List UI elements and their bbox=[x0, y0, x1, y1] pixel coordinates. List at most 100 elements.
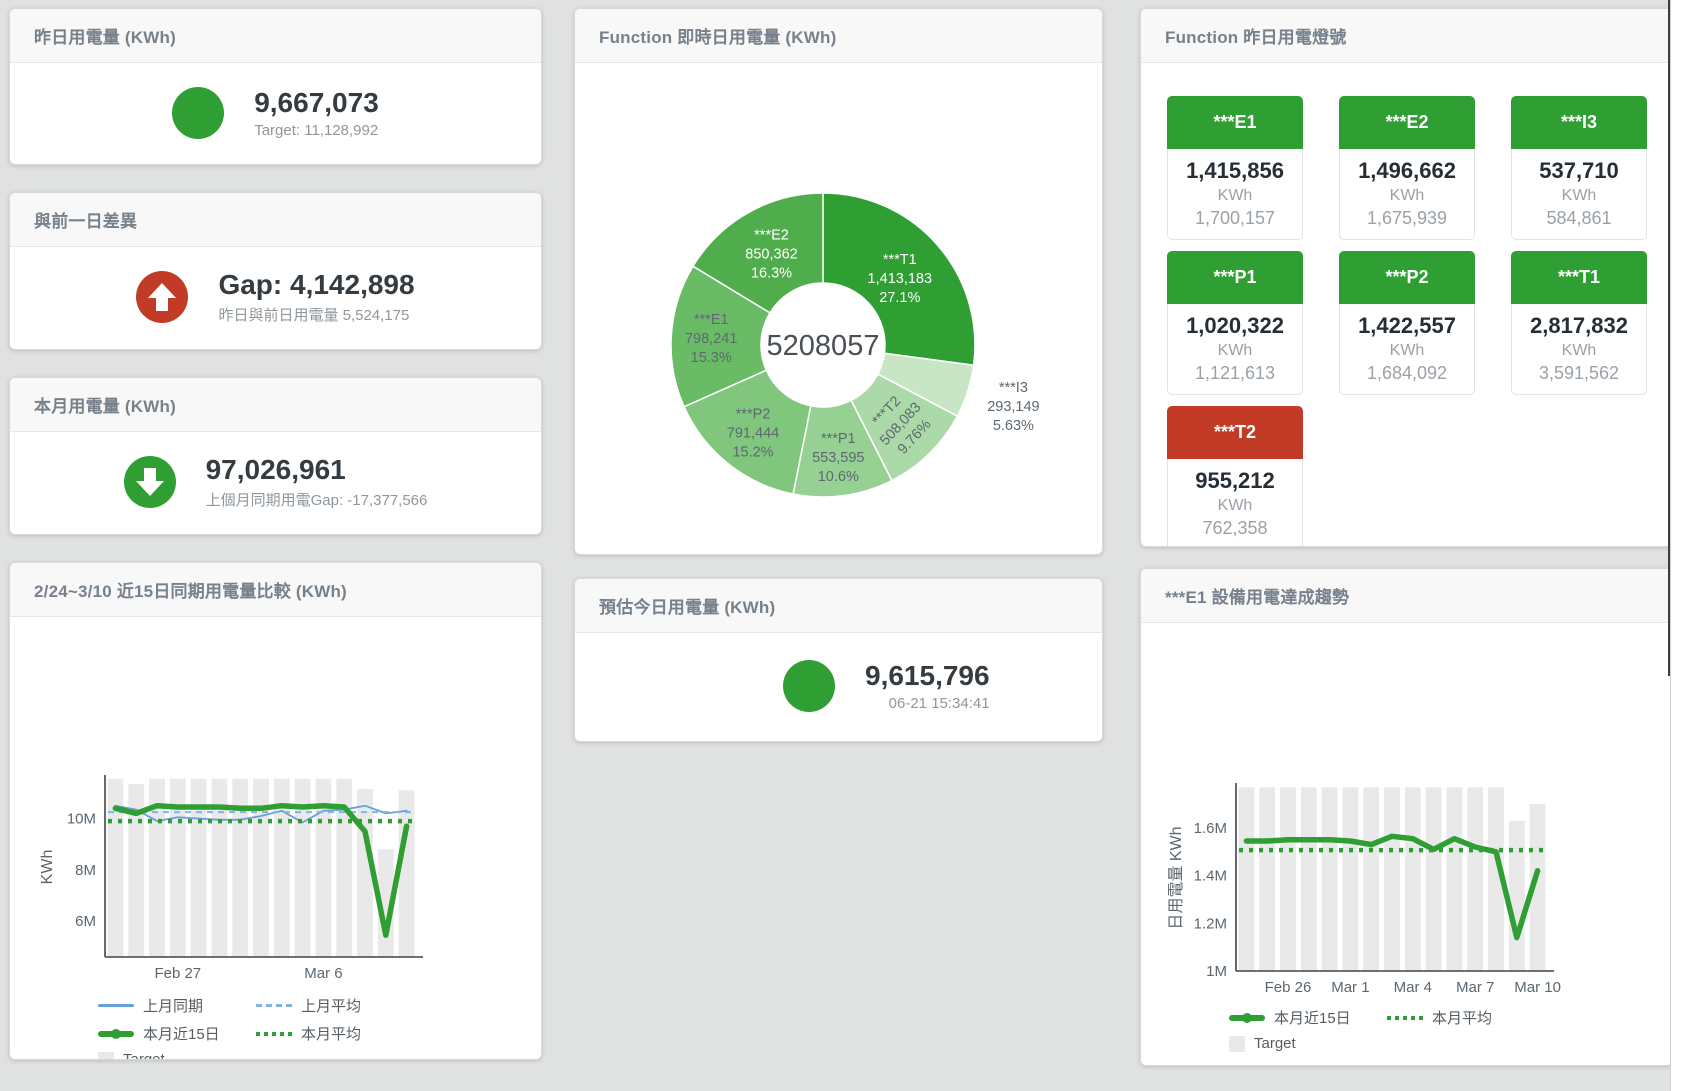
legend-label: 本月近15日 bbox=[143, 1023, 220, 1044]
legend-label: 本月平均 bbox=[1432, 1007, 1492, 1028]
card-month-usage-title: 本月用電量 (KWh) bbox=[34, 392, 176, 417]
svg-text:8M: 8M bbox=[75, 862, 96, 879]
card-day-diff-body: Gap: 4,142,898 昨日與前日用電量 5,524,175 bbox=[10, 247, 541, 347]
card-estimate-today: 預估今日用電量 (KWh) 9,615,796 06-21 15:34:41 bbox=[574, 578, 1103, 742]
arrow-up-circle-icon bbox=[136, 271, 188, 323]
svg-text:Feb 26: Feb 26 bbox=[1265, 979, 1312, 996]
svg-text:5208057: 5208057 bbox=[767, 330, 880, 362]
dashed-line-swatch-icon bbox=[256, 1004, 292, 1007]
line-swatch-icon bbox=[98, 1004, 134, 1007]
legend-label: 上月同期 bbox=[143, 995, 203, 1016]
tile-t1[interactable]: ***T1 2,817,832 KWh 3,591,562 bbox=[1511, 251, 1647, 395]
square-swatch-icon bbox=[98, 1052, 114, 1061]
square-swatch-icon bbox=[1229, 1036, 1245, 1052]
comparison-chart-panel: 2/24~3/10 近15日同期用電量比較 (KWh) 6M8M10MFeb 2… bbox=[9, 562, 542, 1060]
svg-text:Feb 27: Feb 27 bbox=[154, 965, 201, 982]
svg-text:1.4M: 1.4M bbox=[1194, 868, 1227, 885]
tile-e2-header: ***E2 bbox=[1339, 96, 1475, 149]
lights-panel: Function 昨日用電燈號 ***E1 1,415,856 KWh 1,70… bbox=[1140, 8, 1673, 547]
card-yesterday-body: 9,667,073 Target: 11,128,992 bbox=[10, 63, 541, 163]
tile-p1-target: 1,121,613 bbox=[1170, 363, 1300, 384]
legend-item-this-month-15d[interactable]: 本月近15日 bbox=[98, 1023, 256, 1044]
yesterday-usage-target: Target: 11,128,992 bbox=[254, 122, 379, 139]
tile-t2-value: 955,212 bbox=[1170, 468, 1300, 494]
legend-item-last-month-avg[interactable]: 上月平均 bbox=[256, 995, 541, 1016]
card-month-usage-header: 本月用電量 (KWh) bbox=[10, 378, 541, 432]
tile-e2-value: 1,496,662 bbox=[1342, 158, 1472, 184]
legend-label: 本月平均 bbox=[301, 1023, 361, 1044]
svg-text:日用電量 KWh: 日用電量 KWh bbox=[1168, 826, 1185, 929]
day-gap-subtitle: 昨日與前日用電量 5,524,175 bbox=[218, 304, 414, 325]
card-yesterday-title: 昨日用電量 (KWh) bbox=[34, 23, 176, 48]
svg-text:Mar 10: Mar 10 bbox=[1514, 979, 1561, 996]
tile-t2-header: ***T2 bbox=[1167, 406, 1303, 459]
legend-label: 本月近15日 bbox=[1274, 1007, 1351, 1028]
card-month-usage-body: 97,026,961 上個月同期用電Gap: -17,377,566 bbox=[10, 432, 541, 532]
legend-item-target[interactable]: Target bbox=[98, 1051, 256, 1060]
legend-item-this-month-15d[interactable]: 本月近15日 bbox=[1229, 1007, 1387, 1028]
tile-p1-header: ***P1 bbox=[1167, 251, 1303, 304]
green-status-circle-icon bbox=[172, 87, 224, 139]
card-yesterday-usage: 昨日用電量 (KWh) 9,667,073 Target: 11,128,992 bbox=[9, 8, 542, 165]
card-day-diff: 與前一日差異 Gap: 4,142,898 昨日與前日用電量 5,524,175 bbox=[9, 192, 542, 350]
tile-p2-unit: KWh bbox=[1342, 342, 1472, 360]
scrollbar-track[interactable] bbox=[1670, 0, 1681, 1091]
legend-item-target[interactable]: Target bbox=[1229, 1035, 1387, 1052]
svg-text:Mar 6: Mar 6 bbox=[304, 965, 342, 982]
svg-text:1.6M: 1.6M bbox=[1194, 820, 1227, 837]
tile-e1-value: 1,415,856 bbox=[1170, 158, 1300, 184]
tile-e1-unit: KWh bbox=[1170, 187, 1300, 205]
comparison-chart[interactable]: 6M8M10MFeb 27Mar 6KWh bbox=[10, 617, 541, 991]
trend-chart[interactable]: 1M1.2M1.4M1.6MFeb 26Mar 1Mar 4Mar 7Mar 1… bbox=[1141, 623, 1672, 1003]
tile-p1-value: 1,020,322 bbox=[1170, 313, 1300, 339]
green-status-circle-icon bbox=[783, 660, 835, 712]
tile-p2-target: 1,684,092 bbox=[1342, 363, 1472, 384]
tile-p1-unit: KWh bbox=[1170, 342, 1300, 360]
legend-label: Target bbox=[1254, 1035, 1296, 1052]
tile-p2[interactable]: ***P2 1,422,557 KWh 1,684,092 bbox=[1339, 251, 1475, 395]
trend-chart-panel: ***E1 設備用電達成趨勢 1M1.2M1.4M1.6MFeb 26Mar 1… bbox=[1140, 568, 1673, 1066]
card-day-diff-header: 與前一日差異 bbox=[10, 193, 541, 247]
tile-e1[interactable]: ***E1 1,415,856 KWh 1,700,157 bbox=[1167, 96, 1303, 240]
month-usage-gap: 上個月同期用電Gap: -17,377,566 bbox=[206, 489, 428, 510]
legend-label: 上月平均 bbox=[301, 995, 361, 1016]
arrow-down-circle-icon bbox=[124, 456, 176, 508]
trend-legend: 本月近15日 本月平均 Target bbox=[1229, 1007, 1672, 1052]
realtime-donut-title: Function 即時日用電量 (KWh) bbox=[599, 23, 836, 48]
dashboard: 昨日用電量 (KWh) 9,667,073 Target: 11,128,992… bbox=[0, 0, 1681, 1091]
tile-e2[interactable]: ***E2 1,496,662 KWh 1,675,939 bbox=[1339, 96, 1475, 240]
estimate-today-value: 9,615,796 bbox=[865, 660, 990, 692]
tile-i3-target: 584,861 bbox=[1514, 208, 1644, 229]
comparison-legend: 上月同期 上月平均 本月近15日 本月平均 bbox=[98, 995, 541, 1060]
svg-text:***I3293,1495.63%: ***I3293,1495.63% bbox=[987, 380, 1039, 434]
tile-i3[interactable]: ***I3 537,710 KWh 584,861 bbox=[1511, 96, 1647, 240]
trend-chart-header: ***E1 設備用電達成趨勢 bbox=[1141, 569, 1672, 623]
thick-line-swatch-icon bbox=[1229, 1015, 1265, 1021]
thick-line-swatch-icon bbox=[98, 1031, 134, 1037]
tile-t2[interactable]: ***T2 955,212 KWh 762,358 bbox=[1167, 406, 1303, 547]
tile-p1[interactable]: ***P1 1,020,322 KWh 1,121,613 bbox=[1167, 251, 1303, 395]
tile-t1-unit: KWh bbox=[1514, 342, 1644, 360]
card-estimate-title: 預估今日用電量 (KWh) bbox=[599, 593, 775, 618]
svg-text:Mar 4: Mar 4 bbox=[1394, 979, 1432, 996]
tile-e1-target: 1,700,157 bbox=[1170, 208, 1300, 229]
realtime-donut-header: Function 即時日用電量 (KWh) bbox=[575, 9, 1102, 63]
legend-item-last-month-same[interactable]: 上月同期 bbox=[98, 995, 256, 1016]
legend-item-this-month-avg[interactable]: 本月平均 bbox=[256, 1023, 541, 1044]
card-month-usage: 本月用電量 (KWh) 97,026,961 上個月同期用電Gap: -17,3… bbox=[9, 377, 542, 535]
trend-chart-title: ***E1 設備用電達成趨勢 bbox=[1165, 583, 1349, 608]
realtime-donut[interactable]: ***T11,413,18327.1%***I3293,1495.63%***T… bbox=[575, 63, 1102, 553]
tile-i3-value: 537,710 bbox=[1514, 158, 1644, 184]
svg-text:Mar 7: Mar 7 bbox=[1456, 979, 1494, 996]
tile-p2-header: ***P2 bbox=[1339, 251, 1475, 304]
dotted-line-swatch-icon bbox=[1387, 1016, 1423, 1020]
yesterday-usage-value: 9,667,073 bbox=[254, 87, 379, 119]
tile-t1-header: ***T1 bbox=[1511, 251, 1647, 304]
svg-text:10M: 10M bbox=[67, 811, 96, 828]
tile-t2-target: 762,358 bbox=[1170, 518, 1300, 539]
tile-e1-header: ***E1 bbox=[1167, 96, 1303, 149]
comparison-chart-header: 2/24~3/10 近15日同期用電量比較 (KWh) bbox=[10, 563, 541, 617]
legend-item-this-month-avg[interactable]: 本月平均 bbox=[1387, 1007, 1672, 1028]
card-day-diff-title: 與前一日差異 bbox=[34, 207, 137, 232]
svg-text:1.2M: 1.2M bbox=[1194, 915, 1227, 932]
